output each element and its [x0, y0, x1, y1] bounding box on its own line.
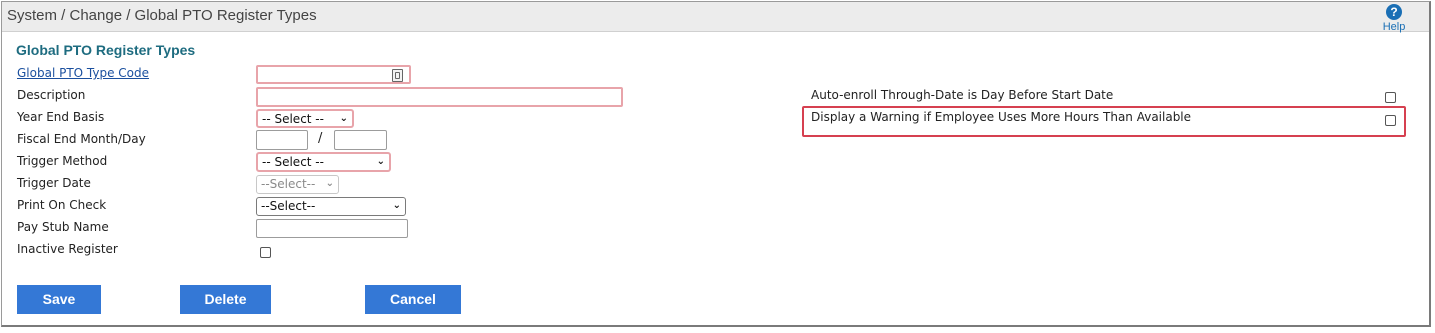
pay-stub-name-field[interactable] — [256, 219, 408, 238]
year-end-basis-select[interactable]: -- Select -- ⌄ — [256, 109, 354, 128]
breadcrumb: System / Change / Global PTO Register Ty… — [7, 7, 317, 24]
description-label: Description — [17, 88, 86, 102]
page-header: System / Change / Global PTO Register Ty… — [2, 2, 1429, 33]
help-button[interactable]: ? Help — [1379, 4, 1409, 33]
chevron-down-icon: ⌄ — [325, 178, 334, 189]
warning-checkbox[interactable] — [1385, 115, 1396, 126]
fiscal-day-field[interactable] — [334, 130, 387, 150]
year-end-basis-label: Year End Basis — [17, 110, 105, 124]
warning-label: Display a Warning if Employee Uses More … — [811, 110, 1192, 124]
pay-stub-name-label: Pay Stub Name — [17, 220, 109, 234]
trigger-date-label: Trigger Date — [17, 176, 91, 190]
chevron-down-icon: ⌄ — [376, 156, 385, 167]
year-end-basis-value: -- Select -- — [262, 112, 324, 126]
chevron-down-icon: ⌄ — [392, 200, 401, 211]
trigger-method-select[interactable]: -- Select -- ⌄ — [256, 152, 391, 172]
help-circle-icon[interactable]: ? — [1386, 4, 1402, 20]
print-on-check-value: --Select-- — [261, 199, 316, 213]
save-button[interactable]: Save — [17, 285, 101, 314]
trigger-date-value: --Select-- — [261, 177, 316, 191]
trigger-date-select[interactable]: --Select-- ⌄ — [256, 175, 339, 194]
form-title: Global PTO Register Types — [16, 42, 196, 58]
chevron-down-icon: ⌄ — [339, 113, 348, 124]
inactive-register-label: Inactive Register — [17, 242, 118, 256]
page-frame: System / Change / Global PTO Register Ty… — [1, 1, 1431, 327]
trigger-method-label: Trigger Method — [17, 154, 108, 168]
auto-enroll-label: Auto-enroll Through-Date is Day Before S… — [811, 88, 1114, 102]
cancel-button[interactable]: Cancel — [365, 285, 461, 314]
type-code-field[interactable] — [256, 65, 411, 84]
trigger-method-value: -- Select -- — [262, 155, 324, 169]
lookup-icon[interactable] — [392, 69, 403, 82]
print-on-check-label: Print On Check — [17, 198, 107, 212]
auto-enroll-checkbox[interactable] — [1385, 92, 1396, 103]
description-field[interactable] — [256, 87, 623, 107]
delete-button[interactable]: Delete — [180, 285, 271, 314]
print-on-check-select[interactable]: --Select-- ⌄ — [256, 197, 406, 216]
type-code-label[interactable]: Global PTO Type Code — [17, 66, 149, 80]
help-label[interactable]: Help — [1379, 21, 1409, 33]
inactive-register-checkbox[interactable] — [260, 247, 271, 258]
fiscal-end-label: Fiscal End Month/Day — [17, 132, 146, 146]
fiscal-month-field[interactable] — [256, 130, 308, 150]
fiscal-separator: / — [318, 131, 323, 146]
